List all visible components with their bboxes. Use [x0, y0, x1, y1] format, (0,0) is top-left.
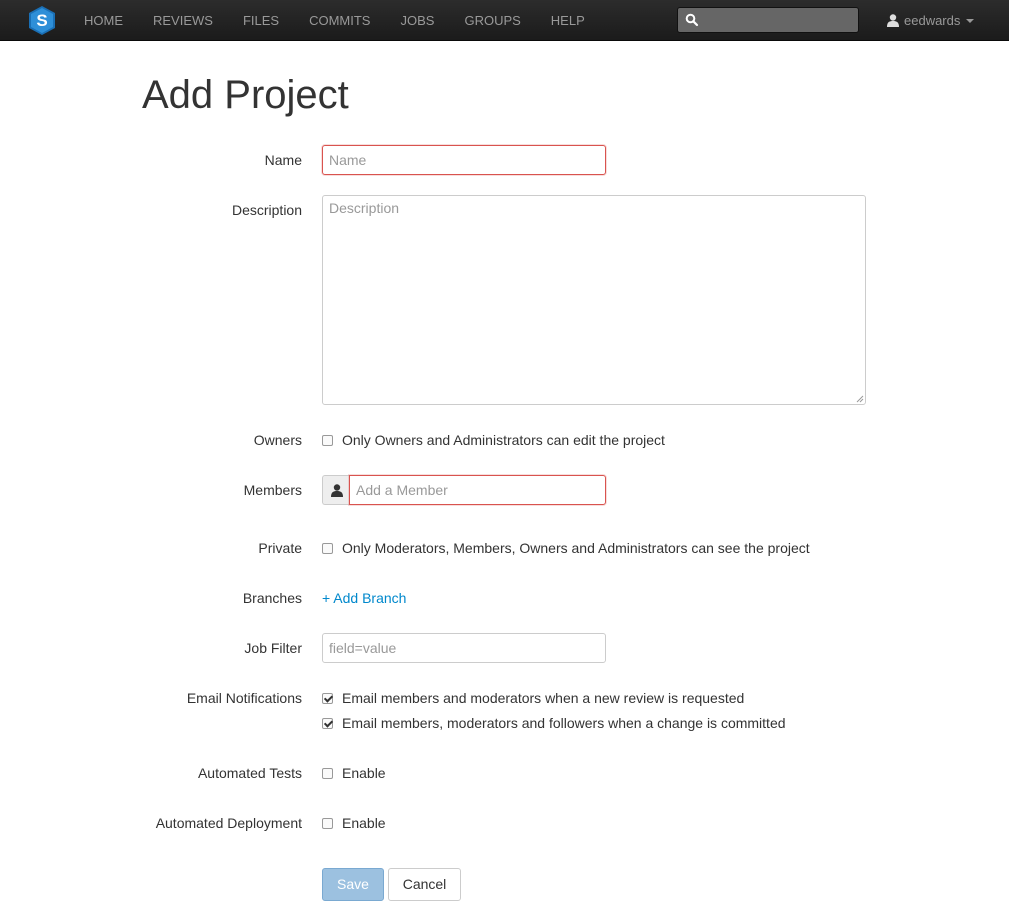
top-navbar: S HOME REVIEWS FILES COMMITS JOBS GROUPS… [0, 0, 1009, 41]
branches-label: Branches [242, 590, 302, 606]
resize-handle-icon[interactable] [856, 395, 864, 403]
automated-deployment-enable-label: Enable [342, 815, 386, 831]
user-icon [887, 14, 899, 27]
private-checkbox[interactable] [322, 542, 333, 554]
private-checkbox-label: Only Moderators, Members, Owners and Adm… [342, 540, 810, 556]
members-label: Members [243, 482, 302, 498]
user-icon [331, 484, 343, 497]
name-input[interactable] [322, 145, 606, 175]
app-logo-icon[interactable]: S [29, 6, 55, 35]
automated-deployment-option[interactable]: Enable [322, 813, 386, 833]
add-branch-link[interactable]: + Add Branch [322, 588, 406, 608]
automated-tests-enable-label: Enable [342, 765, 386, 781]
email-commit-checkbox[interactable] [322, 717, 333, 729]
private-label: Private [258, 540, 302, 556]
chevron-down-icon [966, 18, 975, 23]
main-nav: HOME REVIEWS FILES COMMITS JOBS GROUPS H… [69, 0, 600, 41]
nav-item-reviews[interactable]: REVIEWS [138, 0, 228, 41]
description-textarea[interactable] [322, 195, 866, 405]
description-label: Description [231, 202, 302, 218]
search-box [677, 7, 859, 33]
nav-item-groups[interactable]: GROUPS [449, 0, 535, 41]
private-option[interactable]: Only Moderators, Members, Owners and Adm… [322, 538, 810, 558]
owners-checkbox-label: Only Owners and Administrators can edit … [342, 432, 665, 448]
email-notifications-label: Email Notifications [186, 690, 302, 706]
nav-item-files[interactable]: FILES [228, 0, 294, 41]
email-review-checkbox[interactable] [322, 692, 333, 704]
owners-option[interactable]: Only Owners and Administrators can edit … [322, 430, 665, 450]
email-review-option[interactable]: Email members and moderators when a new … [322, 688, 744, 708]
nav-item-home[interactable]: HOME [69, 0, 138, 41]
job-filter-label: Job Filter [244, 640, 302, 656]
automated-tests-label: Automated Tests [197, 765, 302, 781]
automated-tests-option[interactable]: Enable [322, 763, 386, 783]
username: eedwards [904, 13, 961, 28]
email-commit-option[interactable]: Email members, moderators and followers … [322, 713, 786, 733]
owners-checkbox[interactable] [322, 434, 333, 446]
automated-tests-checkbox[interactable] [322, 767, 333, 779]
name-label: Name [264, 152, 302, 168]
add-member-input[interactable] [349, 475, 606, 505]
automated-deployment-label: Automated Deployment [155, 815, 302, 831]
job-filter-input[interactable] [322, 633, 606, 663]
user-menu[interactable]: eedwards [887, 0, 975, 41]
save-button[interactable]: Save [322, 868, 384, 901]
nav-item-help[interactable]: HELP [536, 0, 600, 41]
email-commit-label: Email members, moderators and followers … [342, 715, 786, 731]
member-addon [322, 475, 350, 505]
cancel-button[interactable]: Cancel [388, 868, 461, 901]
owners-label: Owners [253, 432, 302, 448]
search-icon [685, 13, 699, 27]
logo-letter: S [36, 11, 47, 30]
search-input[interactable] [704, 10, 854, 30]
nav-item-commits[interactable]: COMMITS [294, 0, 385, 41]
nav-item-jobs[interactable]: JOBS [385, 0, 449, 41]
page-title: Add Project [142, 73, 349, 117]
automated-deployment-checkbox[interactable] [322, 817, 333, 829]
email-review-label: Email members and moderators when a new … [342, 690, 745, 706]
